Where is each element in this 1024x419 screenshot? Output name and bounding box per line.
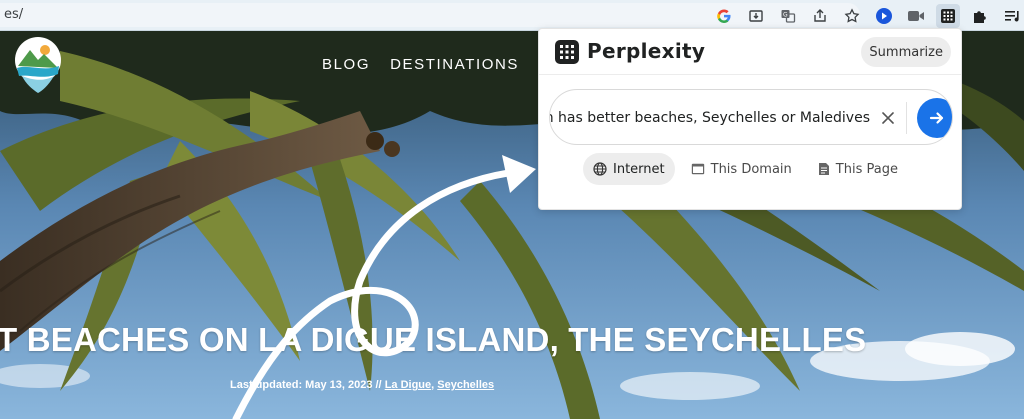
category-link-seychelles[interactable]: Seychelles: [437, 379, 494, 391]
page-title-text: T BEACHES ON LA DIGUE ISLAND, THE SEYCHE…: [0, 321, 867, 358]
install-icon[interactable]: [744, 4, 768, 28]
popup-header: Perplexity Summarize: [539, 29, 961, 75]
globe-icon: [593, 162, 607, 176]
grid-extension-icon[interactable]: [936, 4, 960, 28]
query-input[interactable]: Which has better beaches, Seychelles or …: [550, 90, 870, 144]
toolbar-icons: G: [704, 4, 1024, 28]
svg-text:G: G: [783, 12, 788, 19]
site-logo[interactable]: [14, 36, 62, 94]
focus-this-domain-label: This Domain: [710, 161, 792, 177]
post-meta: Last updated: May 13, 2023 // La Digue, …: [230, 379, 494, 391]
url-text: es/: [4, 7, 24, 22]
summarize-button[interactable]: Summarize: [861, 37, 951, 67]
nav-blog[interactable]: BLOG: [322, 56, 370, 73]
page-title: T BEACHES ON LA DIGUE ISLAND, THE SEYCHE…: [0, 321, 1024, 359]
popup-title: Perplexity: [587, 39, 706, 63]
query-input-box[interactable]: Which has better beaches, Seychelles or …: [549, 89, 953, 145]
nav-destinations[interactable]: DESTINATIONS: [390, 56, 519, 73]
submit-button[interactable]: [917, 98, 952, 138]
arrow-right-icon: [929, 112, 944, 124]
focus-this-page-label: This Page: [835, 161, 898, 177]
focus-internet-label: Internet: [613, 161, 665, 177]
share-icon[interactable]: [808, 4, 832, 28]
reading-list-icon[interactable]: [1000, 4, 1024, 28]
google-icon[interactable]: [712, 4, 736, 28]
puzzle-icon[interactable]: [968, 4, 992, 28]
translate-icon[interactable]: G: [776, 4, 800, 28]
meta-separator: ,: [431, 379, 435, 391]
browser-toolbar: es/ G: [0, 0, 1024, 31]
clear-icon[interactable]: [881, 111, 895, 125]
focus-this-domain[interactable]: This Domain: [681, 153, 802, 185]
video-icon[interactable]: [904, 4, 928, 28]
window-icon: [691, 163, 704, 175]
focus-options: Internet This Domain This Page: [583, 153, 908, 185]
focus-internet[interactable]: Internet: [583, 153, 675, 185]
bookmark-star-icon[interactable]: [840, 4, 864, 28]
perplexity-logo-icon: [555, 40, 579, 64]
document-icon: [818, 163, 829, 175]
main-nav: BLOG DESTINATIONS P: [322, 56, 551, 73]
perplexity-extension-icon[interactable]: [872, 4, 896, 28]
perplexity-popup: Perplexity Summarize Which has better be…: [538, 28, 962, 210]
last-updated-text: Last updated: May 13, 2023 //: [230, 379, 382, 391]
category-link-la-digue[interactable]: La Digue: [385, 379, 431, 391]
focus-this-page[interactable]: This Page: [808, 153, 908, 185]
query-text: Which has better beaches, Seychelles or …: [550, 110, 870, 126]
input-divider: [906, 102, 907, 134]
